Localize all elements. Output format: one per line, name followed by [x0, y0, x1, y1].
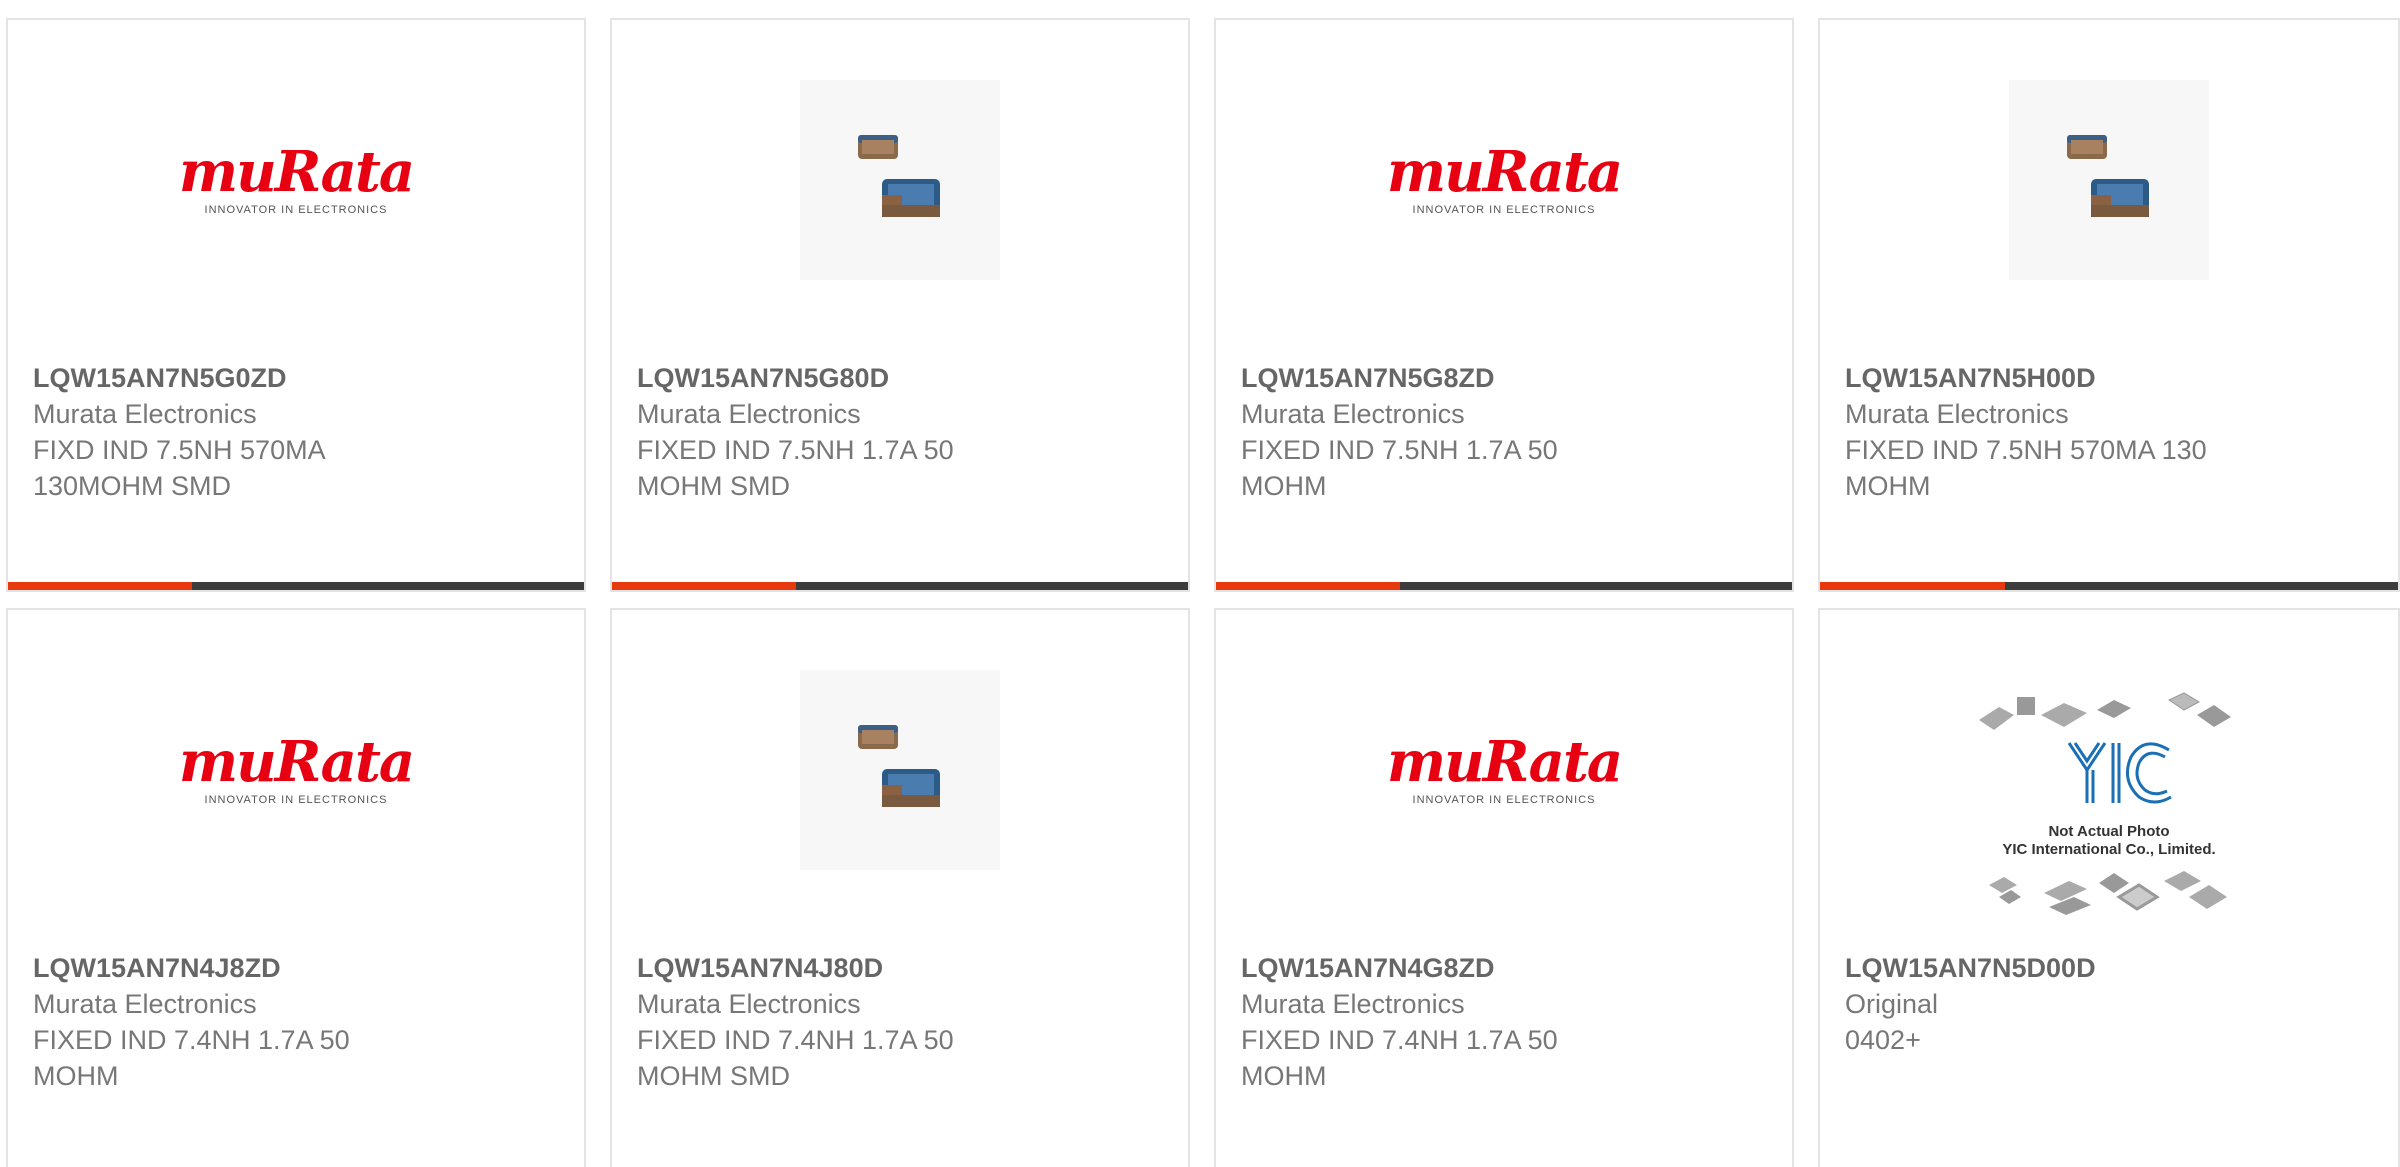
card-progress-bar: [1820, 582, 2398, 590]
product-card[interactable]: LQW15AN7N5G80D Murata Electronics FIXED …: [610, 18, 1190, 592]
product-card[interactable]: LQW15AN7N4J80D Murata Electronics FIXED …: [610, 608, 1190, 1167]
description-line: FIXED IND 7.4NH 1.7A 50: [637, 1025, 954, 1055]
product-image[interactable]: muRata INNOVATOR IN ELECTRONICS: [1216, 670, 1792, 870]
inductor-photo: [800, 670, 1000, 870]
description-line: MOHM: [1845, 471, 1931, 501]
part-number-link[interactable]: LQW15AN7N4J80D: [637, 950, 1168, 986]
card-progress-bar: [1216, 582, 1792, 590]
product-image[interactable]: muRata INNOVATOR IN ELECTRONICS: [1216, 80, 1792, 280]
progress-accent: [8, 582, 193, 590]
manufacturer: Murata Electronics: [637, 989, 861, 1019]
description-line: MOHM: [1241, 471, 1327, 501]
murata-logo: muRata INNOVATOR IN ELECTRONICS: [178, 729, 415, 806]
description-line: FIXED IND 7.5NH 1.7A 50: [637, 435, 954, 465]
product-card[interactable]: muRata INNOVATOR IN ELECTRONICS LQW15AN7…: [6, 608, 586, 1167]
description-line: MOHM: [1241, 1061, 1327, 1091]
description-line: MOHM SMD: [637, 1061, 790, 1091]
part-number-link[interactable]: LQW15AN7N5G80D: [637, 360, 1168, 396]
product-grid: muRata INNOVATOR IN ELECTRONICS LQW15AN7…: [0, 0, 2400, 1167]
product-info: LQW15AN7N5G0ZD Murata Electronics FIXD I…: [33, 360, 564, 504]
description-line: 130MOHM SMD: [33, 471, 232, 501]
product-info: LQW15AN7N5G80D Murata Electronics FIXED …: [637, 360, 1168, 504]
part-number-link[interactable]: LQW15AN7N5D00D: [1845, 950, 2378, 986]
product-info: LQW15AN7N5G8ZD Murata Electronics FIXED …: [1241, 360, 1772, 504]
product-info: LQW15AN7N4G8ZD Murata Electronics FIXED …: [1241, 950, 1772, 1094]
product-image[interactable]: [1820, 80, 2398, 280]
progress-accent: [1216, 582, 1401, 590]
description-line: MOHM SMD: [637, 471, 790, 501]
inductor-photo: [800, 80, 1000, 280]
inductor-photo: [2009, 80, 2209, 280]
part-number-link[interactable]: LQW15AN7N4J8ZD: [33, 950, 564, 986]
manufacturer: Murata Electronics: [33, 989, 257, 1019]
manufacturer: Original: [1845, 989, 1939, 1019]
product-image[interactable]: [612, 80, 1188, 280]
murata-logo: muRata INNOVATOR IN ELECTRONICS: [1386, 729, 1623, 806]
product-image[interactable]: muRata INNOVATOR IN ELECTRONICS: [8, 670, 584, 870]
product-image[interactable]: Not Actual Photo YIC International Co., …: [1820, 692, 2398, 915]
product-card[interactable]: muRata INNOVATOR IN ELECTRONICS LQW15AN7…: [1214, 18, 1794, 592]
part-number-link[interactable]: LQW15AN7N5G8ZD: [1241, 360, 1772, 396]
description-line: FIXED IND 7.5NH 570MA 130: [1845, 435, 2207, 465]
product-info: LQW15AN7N5D00D Original 0402+: [1845, 950, 2378, 1058]
murata-logo: muRata INNOVATOR IN ELECTRONICS: [178, 139, 415, 216]
part-number-link[interactable]: LQW15AN7N4G8ZD: [1241, 950, 1772, 986]
part-number-link[interactable]: LQW15AN7N5G0ZD: [33, 360, 564, 396]
manufacturer: Murata Electronics: [1241, 989, 1465, 1019]
description-line: FIXD IND 7.5NH 570MA: [33, 435, 326, 465]
manufacturer: Murata Electronics: [637, 399, 861, 429]
progress-accent: [612, 582, 797, 590]
manufacturer: Murata Electronics: [1845, 399, 2069, 429]
manufacturer: Murata Electronics: [33, 399, 257, 429]
card-progress-bar: [612, 582, 1188, 590]
product-info: LQW15AN7N4J8ZD Murata Electronics FIXED …: [33, 950, 564, 1094]
product-card[interactable]: muRata INNOVATOR IN ELECTRONICS LQW15AN7…: [1214, 608, 1794, 1167]
product-card[interactable]: LQW15AN7N5H00D Murata Electronics FIXED …: [1818, 18, 2400, 592]
yic-caption: Not Actual Photo: [2048, 823, 2170, 840]
description-line: FIXED IND 7.4NH 1.7A 50: [1241, 1025, 1558, 1055]
product-image[interactable]: muRata INNOVATOR IN ELECTRONICS: [8, 80, 584, 280]
description-line: FIXED IND 7.5NH 1.7A 50: [1241, 435, 1558, 465]
progress-accent: [1820, 582, 2005, 590]
part-number-link[interactable]: LQW15AN7N5H00D: [1845, 360, 2378, 396]
description-line: FIXED IND 7.4NH 1.7A 50: [33, 1025, 350, 1055]
product-image[interactable]: [612, 670, 1188, 870]
product-card[interactable]: Not Actual Photo YIC International Co., …: [1818, 608, 2400, 1167]
description-line: 0402+: [1845, 1025, 1921, 1055]
manufacturer: Murata Electronics: [1241, 399, 1465, 429]
product-info: LQW15AN7N4J80D Murata Electronics FIXED …: [637, 950, 1168, 1094]
yic-company: YIC International Co., Limited.: [2002, 841, 2216, 858]
product-info: LQW15AN7N5H00D Murata Electronics FIXED …: [1845, 360, 2378, 504]
product-card[interactable]: muRata INNOVATOR IN ELECTRONICS LQW15AN7…: [6, 18, 586, 592]
description-line: MOHM: [33, 1061, 119, 1091]
card-progress-bar: [8, 582, 584, 590]
murata-logo: muRata INNOVATOR IN ELECTRONICS: [1386, 139, 1623, 216]
yic-placeholder-image: Not Actual Photo YIC International Co., …: [1969, 675, 2249, 925]
